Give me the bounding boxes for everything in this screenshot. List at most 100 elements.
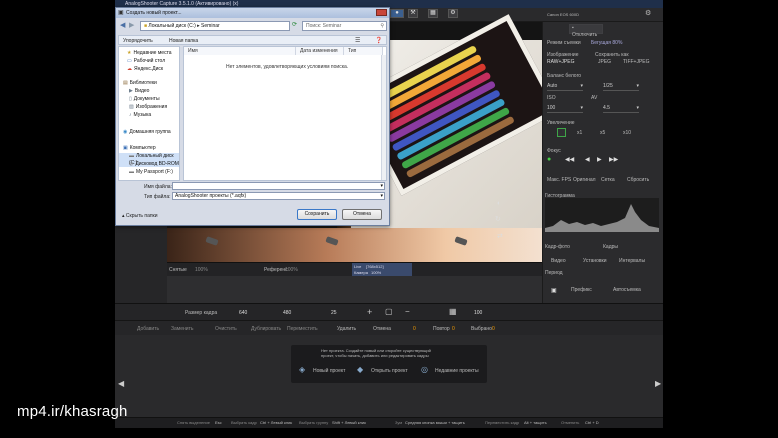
action-move[interactable]: Переместить [287,326,318,332]
minus-icon[interactable]: − [405,307,410,316]
list-scrollbar[interactable] [381,55,386,180]
back-icon[interactable]: ◀ [120,21,125,29]
action-undo[interactable]: Отмена [373,326,391,332]
recent-projects-button[interactable]: ◎ Недавние проекты [421,363,485,377]
action-add[interactable]: Добавить [137,326,159,332]
view-options-icon[interactable]: ☰ [355,37,360,44]
zoom-x5[interactable]: x5 [600,130,605,136]
new-project-button[interactable]: ◈ Новый проект [299,363,347,377]
focus-back-icon[interactable]: ◀ [585,156,590,163]
rotate-icon[interactable]: ↻ [495,215,501,223]
save-option-tiff[interactable]: TIFF+JPEG [623,59,650,65]
action-duplicate[interactable]: Дублировать [251,326,281,332]
focus-fwd-icon[interactable]: ▶ [597,156,602,163]
wb-select[interactable]: Auto ▾ [547,82,583,91]
scroll-right-icon[interactable]: ▶ [655,379,661,388]
display-grid[interactable]: Сетка [601,177,615,183]
tree-item[interactable]: ★ Недавние места [127,50,172,57]
tree-item[interactable]: ▨ Изображения [129,104,167,111]
shoot-opt-settings[interactable]: Установки [583,258,607,264]
computer-icon: ▣ [123,145,128,151]
focus-label: Фокус [547,148,561,154]
tab-running[interactable]: Бегущая 80% [591,40,622,46]
plus-icon[interactable]: + [367,307,372,317]
address-bar[interactable]: ■ Локальный диск (C:) ▸ Seminar [140,21,290,31]
tab-shooting[interactable]: Режим съемки [547,40,581,46]
exposure-select[interactable]: 1/25 ▾ [603,82,639,91]
scroll-left-icon[interactable]: ◀ [118,379,124,388]
frame-width[interactable]: 640 [239,310,247,316]
fit-icon[interactable]: ▢ [385,307,393,316]
onion-value[interactable]: 100% [195,267,208,273]
new-folder-button[interactable]: Новая папка [169,38,198,44]
status-item: Переместить кадр [485,420,520,425]
tree-item[interactable]: ▤ Библиотеки [123,80,157,87]
display-original[interactable]: Оригинал [573,177,596,183]
iso-select[interactable]: 100 ▾ [547,104,583,113]
save-button[interactable]: Сохранить [297,209,337,220]
cam-value[interactable]: 100% [371,270,381,275]
focus-near-icon[interactable]: ▶▶ [609,156,618,163]
zoom-label: Увеличение [547,120,575,126]
gear-icon[interactable]: ⚙ [645,9,651,17]
save-option-jpeg[interactable]: JPEG [598,59,611,65]
wrench-icon[interactable]: ⚒ [408,9,418,18]
cancel-button[interactable]: Отмена [342,209,382,220]
ref-value[interactable]: 100% [285,267,298,273]
camera-shot-icon[interactable]: ▣ [551,287,557,294]
forward-icon[interactable]: ▶ [129,21,134,29]
shoot-opt-video[interactable]: Видео [551,258,566,264]
action-redo[interactable]: Повтор [433,326,450,332]
action-clear[interactable]: Очистить [215,326,237,332]
prefix-label[interactable]: Префикс [571,287,592,293]
fps-value[interactable]: 25 [331,310,337,316]
tree-item[interactable]: ◉ Домашняя группа [123,129,171,136]
flip-icon[interactable]: ⇄ [497,232,503,240]
hide-folders-button[interactable]: ▴ Скрыть папки [122,213,158,219]
close-button[interactable] [376,9,387,16]
drive-icon: ▬ [129,153,134,159]
grid-view-icon[interactable]: ▦ [449,307,457,316]
tree-item[interactable]: ▶ Видео [129,88,149,95]
breadcrumb-drive[interactable]: Локальный диск (C:) [148,23,195,29]
live-view-icon[interactable]: ● [390,9,404,18]
av-select[interactable]: 4.5 ▾ [603,104,639,113]
tree-item[interactable]: ▯ Документы [129,96,160,103]
tree-item[interactable]: ▣ Компьютер [123,145,156,152]
search-input[interactable]: Поиск: Seminar ⚲ [302,21,387,31]
help-icon[interactable]: ❓ [375,37,382,44]
zoom-x10[interactable]: x10 [623,130,631,136]
disc-icon: ◎ [129,161,134,167]
action-replace[interactable]: Заменить [171,326,193,332]
settings-icon[interactable]: ⚙ [448,9,458,18]
shoot-opt-interval[interactable]: Интервалы [619,258,645,264]
focus-far-icon[interactable]: ◀◀ [565,156,574,163]
shoot-tab-frames[interactable]: Кадры [603,244,618,250]
frame-height[interactable]: 480 [283,310,291,316]
tree-item[interactable]: ☁ Яндекс.Диск [127,66,163,73]
open-project-button[interactable]: ◆ Открыть проект [357,363,413,377]
organize-button[interactable]: Упорядочить [123,38,153,44]
image-value[interactable]: RAW+JPEG [547,59,574,65]
display-reset[interactable]: Сбросить [627,177,649,183]
contrast-icon[interactable]: ◐ [497,200,501,207]
shoot-tab-photo[interactable]: Кадр-фото [545,244,570,250]
breadcrumb-folder[interactable]: Seminar [201,23,220,29]
column-date[interactable]: Дата изменения [296,47,344,55]
zoom-value[interactable]: 100 [474,310,482,316]
autosave-label[interactable]: Автосъемка [613,287,641,293]
filetype-select[interactable]: AnalogShooter проекты (*.aqfx) ▾ [172,192,385,200]
filename-input[interactable]: ▾ [172,182,385,190]
action-delete[interactable]: Удалить [337,326,356,332]
zoom-frame-icon[interactable] [557,128,566,137]
tree-item[interactable]: ▬ My Passport (F:) [129,169,173,176]
tree-item[interactable]: ◎ Дисковод BD-ROM [129,161,179,168]
tree-item[interactable]: ♪ Музыка [129,112,151,119]
tree-item[interactable]: ▭ Рабочий стол [127,58,165,65]
disconnect-button[interactable]: ▪ Отключить [569,24,603,38]
column-type[interactable]: Тип [344,47,383,55]
refresh-icon[interactable]: ⟳ [292,21,297,28]
zoom-x1[interactable]: x1 [577,130,582,136]
column-name[interactable]: Имя [184,47,296,55]
grid-icon[interactable]: ▦ [428,9,438,18]
